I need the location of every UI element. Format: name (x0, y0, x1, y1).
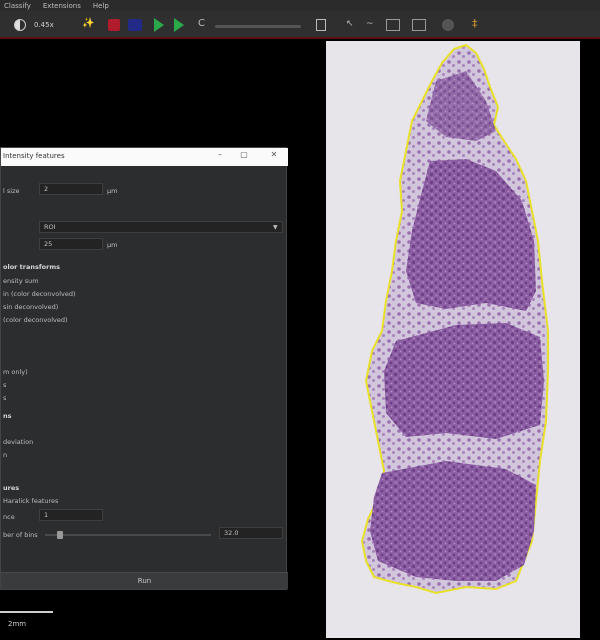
tissue-image (360, 43, 549, 595)
color-square-blue-icon[interactable] (128, 19, 142, 31)
annotations-toggle-button[interactable] (412, 19, 426, 31)
selection-icon[interactable]: ↖ (346, 19, 354, 33)
scale-bar (0, 611, 53, 613)
option-item[interactable]: m only) (3, 368, 28, 376)
intensity-features-dialog: Intensity features – ▢ ✕ l size 2 µm ROI… (0, 147, 288, 590)
bins-slider-handle[interactable] (57, 531, 63, 539)
circle-icon[interactable] (442, 19, 454, 31)
menu-help[interactable]: Help (93, 2, 109, 10)
magnification-label: 0.45x (34, 21, 54, 29)
minimize-icon[interactable]: – (213, 150, 227, 162)
menu-bar: Classify Extensions Help (0, 0, 600, 11)
run-button[interactable]: Run (1, 572, 288, 589)
pixel-size-unit: µm (107, 187, 118, 195)
section-statistics: ns (3, 412, 12, 420)
refresh-icon[interactable]: C (198, 18, 205, 32)
distance-label: nce (3, 513, 15, 521)
option-item[interactable]: n (3, 451, 7, 459)
tile-size-input[interactable]: 25 (39, 238, 103, 250)
transform-option[interactable]: ensity sum (3, 277, 39, 285)
contrast-icon[interactable] (14, 19, 26, 31)
haralick-checkbox-label[interactable]: Haralick features (3, 497, 58, 505)
maximize-icon[interactable]: ▢ (237, 150, 251, 162)
close-icon[interactable]: ✕ (267, 150, 281, 162)
qupath-window: Classify Extensions Help 0.45x ✨ C ↖ ~ ‡ (0, 0, 600, 640)
bins-input[interactable]: 32.0 (219, 527, 283, 539)
wand-icon[interactable]: ✨ (82, 18, 94, 32)
bulb-icon[interactable]: ‡ (472, 17, 478, 31)
play-icon[interactable] (154, 18, 164, 32)
menu-extensions[interactable]: Extensions (43, 2, 81, 10)
option-item[interactable]: s (3, 394, 6, 402)
menu-classify[interactable]: Classify (4, 2, 31, 10)
dialog-title: Intensity features (3, 152, 65, 160)
toolbar: 0.45x ✨ C ↖ ~ ‡ (0, 11, 600, 39)
scale-bar-label: 2mm (8, 620, 27, 628)
wave-icon[interactable]: ~ (366, 19, 374, 33)
opacity-slider[interactable] (215, 25, 301, 28)
transform-option[interactable]: (color deconvolved) (3, 316, 68, 324)
option-item[interactable]: deviation (3, 438, 33, 446)
transform-option[interactable]: in (color deconvolved) (3, 290, 76, 298)
distance-input[interactable]: 1 (39, 509, 103, 521)
tile-size-unit: µm (107, 241, 118, 249)
chevron-down-icon: ▼ (273, 224, 278, 231)
grid-icon[interactable] (316, 19, 326, 31)
overlay-toggle-button[interactable] (386, 19, 400, 31)
option-item[interactable]: s (3, 381, 6, 389)
pixel-size-input[interactable]: 2 (39, 183, 103, 195)
dialog-titlebar[interactable]: Intensity features – ▢ ✕ (1, 148, 288, 166)
bins-label: ber of bins (3, 531, 38, 539)
play-all-icon[interactable] (174, 18, 184, 32)
transform-option[interactable]: sin deconvolved) (3, 303, 58, 311)
pixel-size-label: l size (3, 187, 20, 195)
region-select[interactable]: ROI (39, 221, 283, 233)
section-haralick: ures (3, 484, 20, 492)
section-color-transforms: olor transforms (3, 263, 60, 271)
bins-slider-track[interactable] (45, 534, 211, 536)
color-square-red-icon[interactable] (108, 19, 120, 31)
